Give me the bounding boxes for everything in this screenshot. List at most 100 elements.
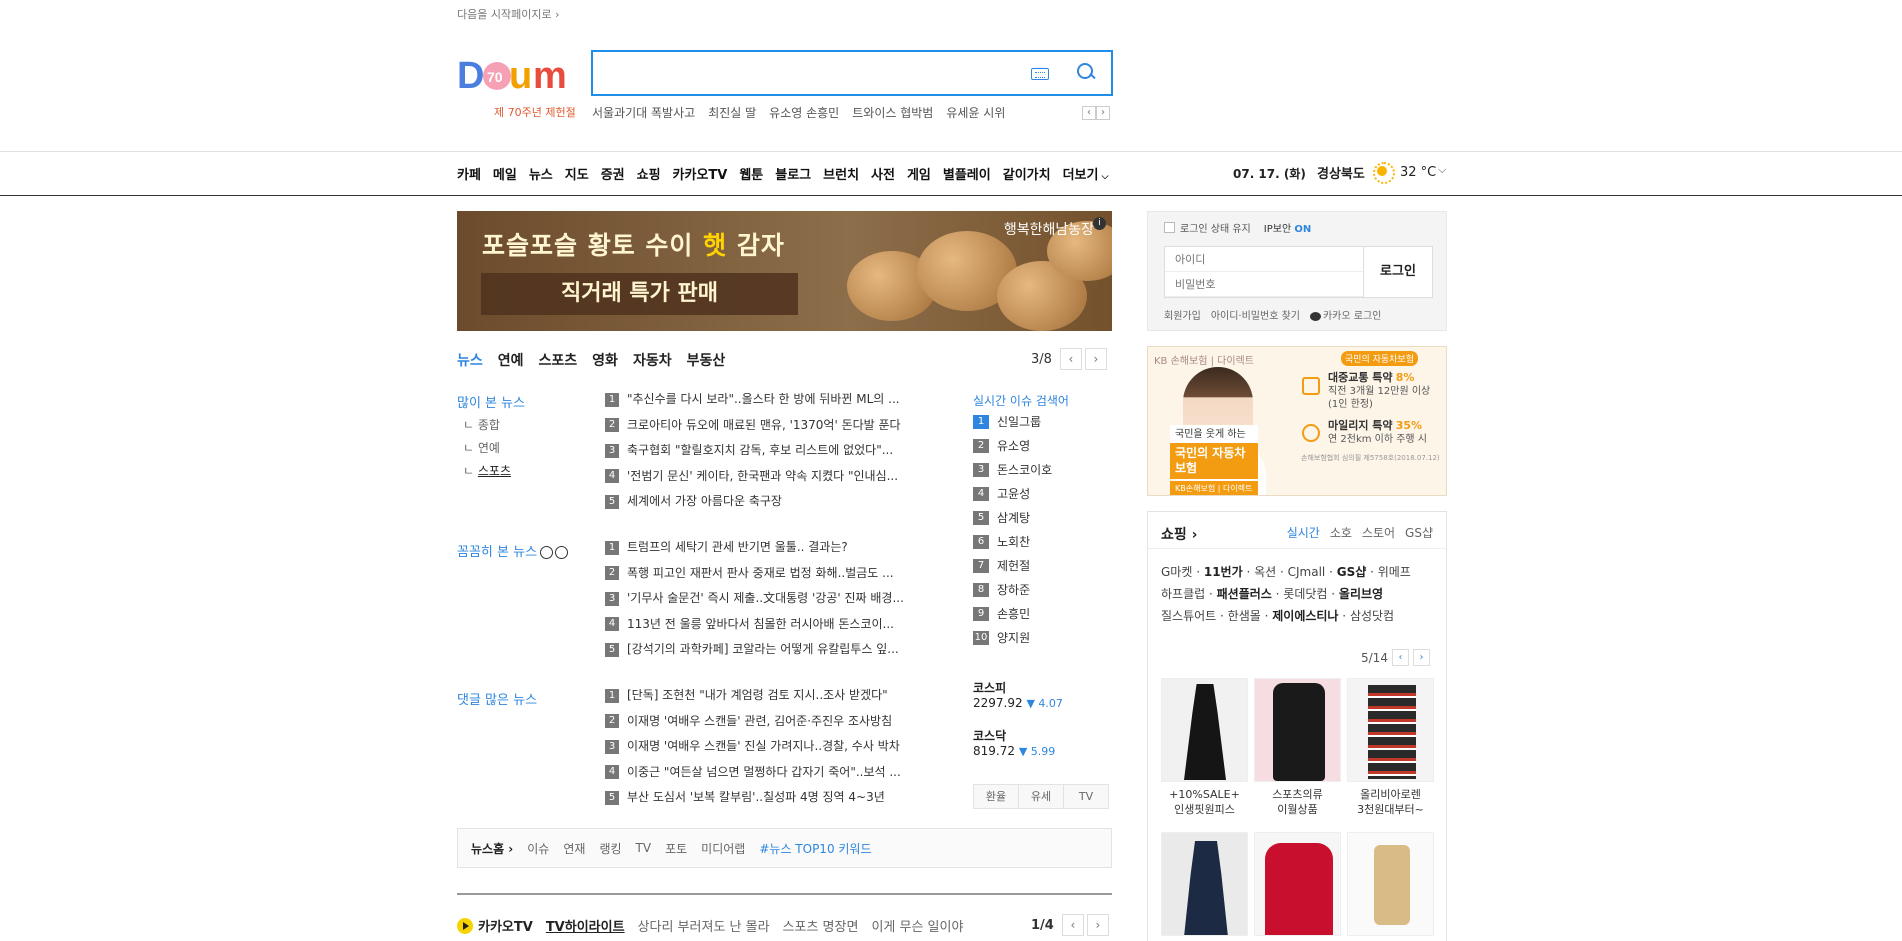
list-item[interactable]: 5 삼계탕 <box>973 506 1052 530</box>
list-item[interactable]: 3 이재명 '여배우 스캔들' 진실 가려지나..경찰, 수사 박차 <box>605 734 915 760</box>
next-icon[interactable]: › <box>1084 348 1107 370</box>
tab-sports[interactable]: 스포츠 <box>539 350 578 370</box>
next-icon[interactable]: › <box>1086 914 1109 936</box>
nav-shopping[interactable]: 쇼핑 <box>637 164 661 183</box>
newshome-link[interactable]: 이슈 <box>527 840 549 857</box>
tab-kakaotv[interactable]: 스포츠 명장면 <box>783 916 859 935</box>
ip-security[interactable]: IP보안 ON <box>1264 220 1311 235</box>
search-input[interactable] <box>603 60 1003 86</box>
mall-link[interactable]: 질스튜어트 <box>1161 609 1216 623</box>
nav-dictionary[interactable]: 사전 <box>871 164 895 183</box>
nav-game[interactable]: 게임 <box>907 164 931 183</box>
tab-gsshop[interactable]: GS샵 <box>1405 524 1433 541</box>
trend-keyword[interactable]: 트와이스 협박범 <box>852 104 933 121</box>
most-viewed-title[interactable]: 많이 본 뉴스 <box>457 392 525 411</box>
nav-blog[interactable]: 블로그 <box>775 164 811 183</box>
login-button[interactable]: 로그인 <box>1363 246 1433 298</box>
tab-realtime[interactable]: 실시간 <box>1287 524 1320 541</box>
tab-movie[interactable]: 영화 <box>592 350 618 370</box>
realtime-title[interactable]: 실시간 이슈 검색어 <box>973 392 1069 409</box>
list-item[interactable]: 1 신일그룹 <box>973 410 1052 434</box>
mall-link[interactable]: 11번가 <box>1204 565 1243 579</box>
newshome-link[interactable]: 연재 <box>563 840 585 857</box>
keep-login[interactable]: 로그인 상태 유지 IP보안 ON <box>1164 220 1311 235</box>
list-item[interactable]: 7 제헌절 <box>973 554 1052 578</box>
list-item[interactable]: 2 크로아티아 듀오에 매료된 맨유, '1370억' 돈다발 푼다 <box>605 413 915 439</box>
kb-insurance-ad[interactable]: KB 손해보험 | 다이렉트 국민의 자동차보험 국민을 웃게 하는 국민의 자… <box>1147 346 1447 496</box>
tab-kakaotv[interactable]: 상다리 부러져도 난 몰라 <box>638 916 770 935</box>
nav-kakaotv[interactable]: 카카오TV <box>673 164 728 183</box>
trend-keyword[interactable]: 서울과기대 폭발사고 <box>592 104 695 121</box>
nav-starplay[interactable]: 별플레이 <box>943 164 991 183</box>
mall-link[interactable]: 한샘몰 <box>1228 609 1261 623</box>
tab-entertainment[interactable]: 연예 <box>498 350 524 370</box>
newshome-link[interactable]: 랭킹 <box>599 840 621 857</box>
shopping-title[interactable]: 쇼핑 › <box>1161 524 1197 544</box>
keyword-link[interactable]: #뉴스 TOP10 키워드 <box>759 840 871 857</box>
nav-news[interactable]: 뉴스 <box>529 164 553 183</box>
product-card[interactable] <box>1254 832 1341 936</box>
list-item[interactable]: 2 이재명 '여배우 스캔들' 관련, 김어준·주진우 조사방침 <box>605 709 915 735</box>
mall-link[interactable]: 롯데닷컴 <box>1283 587 1327 601</box>
mall-link[interactable]: GS샵 <box>1337 565 1367 579</box>
kakao-login-link[interactable]: 카카오 로그인 <box>1309 307 1381 322</box>
nav-mail[interactable]: 메일 <box>493 164 517 183</box>
list-item[interactable]: 4 '전범기 문신' 케이타, 한국팬과 약속 지켰다 "인내심... <box>605 464 915 490</box>
nav-more[interactable]: 더보기 <box>1063 164 1109 183</box>
kakaotv-label[interactable]: 카카오TV <box>457 916 533 935</box>
product-card[interactable] <box>1347 832 1434 936</box>
password-input[interactable] <box>1165 272 1363 297</box>
list-item[interactable]: 5 부산 도심서 '보복 칼부림'..칠성파 4명 징역 4~3년 <box>605 785 915 811</box>
daum-logo[interactable]: D 70 u m <box>457 52 572 102</box>
list-item[interactable]: 1 트럼프의 세탁기 관세 반기면 울툴.. 결과는? <box>605 535 915 561</box>
tab-tv-highlight[interactable]: TV하이라이트 <box>546 916 625 935</box>
trend-keyword[interactable]: 유소영 손흥민 <box>769 104 839 121</box>
nav-map[interactable]: 지도 <box>565 164 589 183</box>
prev-icon[interactable]: ‹ <box>1082 106 1096 120</box>
mall-link[interactable]: CJmall <box>1288 565 1326 579</box>
tab-store[interactable]: 스토어 <box>1362 524 1395 541</box>
list-item[interactable]: 4 113년 전 울릉 앞바다서 침몰한 러시아배 돈스코이... <box>605 612 915 638</box>
nav-cafe[interactable]: 카페 <box>457 164 481 183</box>
comment-news-title[interactable]: 댓글 많은 뉴스 <box>457 689 537 708</box>
nav-webtoon[interactable]: 웹툰 <box>739 164 763 183</box>
prev-icon[interactable]: ‹ <box>1391 649 1409 666</box>
newshome-link[interactable]: 미디어랩 <box>701 840 745 857</box>
tab-news[interactable]: 뉴스 <box>457 350 483 370</box>
mall-link[interactable]: 하프클럽 <box>1161 587 1205 601</box>
weather-region[interactable]: 경상북도 <box>1317 163 1365 182</box>
kosdaq[interactable]: 코스닥 819.72 ▼ 5.99 <box>973 727 1055 758</box>
subnav-sports[interactable]: ㄴ 스포츠 <box>463 460 511 483</box>
find-account-link[interactable]: 아이디·비밀번호 찾기 <box>1211 307 1300 322</box>
set-start-page-link[interactable]: 다음을 시작페이지로 › <box>457 6 559 22</box>
tab-soho[interactable]: 소호 <box>1330 524 1352 541</box>
mall-link[interactable]: 올리브영 <box>1339 587 1383 601</box>
list-item[interactable]: 4 고윤성 <box>973 482 1052 506</box>
newshome-link[interactable]: TV <box>636 841 652 855</box>
list-item[interactable]: 6 노회찬 <box>973 530 1052 554</box>
next-icon[interactable]: › <box>1096 106 1110 120</box>
id-input[interactable] <box>1165 247 1363 272</box>
careful-news-title[interactable]: 꼼꼼히 본 뉴스 <box>457 541 570 560</box>
nav-brunch[interactable]: 브런치 <box>823 164 859 183</box>
keep-login-checkbox[interactable] <box>1164 222 1175 233</box>
subnav-general[interactable]: ㄴ 종합 <box>463 414 511 437</box>
mall-link[interactable]: 제이에스티나 <box>1272 609 1338 623</box>
mall-link[interactable]: 위메프 <box>1378 565 1411 579</box>
trend-keyword[interactable]: 최진실 딸 <box>708 104 756 121</box>
nav-together[interactable]: 같이가치 <box>1003 164 1051 183</box>
list-item[interactable]: 10 양지원 <box>973 626 1052 650</box>
kospi[interactable]: 코스피 2297.92 ▼ 4.07 <box>973 679 1063 710</box>
list-item[interactable]: 1 "추신수를 다시 보라"..올스타 한 방에 뒤바뀐 ML의 ... <box>605 387 915 413</box>
list-item[interactable]: 3 '기무사 술문건' 즉시 제출..文대통령 '강공' 진짜 배경... <box>605 586 915 612</box>
mall-link[interactable]: 삼성닷컴 <box>1350 609 1394 623</box>
list-item[interactable]: 1 [단독] 조현천 "내가 계엄령 검토 지시..조사 받겠다" <box>605 683 915 709</box>
product-card[interactable] <box>1161 832 1248 936</box>
newshome-link[interactable]: 뉴스홈 › <box>471 840 513 857</box>
tab-tv[interactable]: TV <box>1063 784 1109 809</box>
mall-link[interactable]: G마켓 <box>1161 565 1192 579</box>
list-item[interactable]: 8 장하준 <box>973 578 1052 602</box>
list-item[interactable]: 9 손흥민 <box>973 602 1052 626</box>
mall-link[interactable]: 옥션 <box>1254 565 1276 579</box>
chevron-down-icon[interactable]: ⌵ <box>1438 163 1446 177</box>
